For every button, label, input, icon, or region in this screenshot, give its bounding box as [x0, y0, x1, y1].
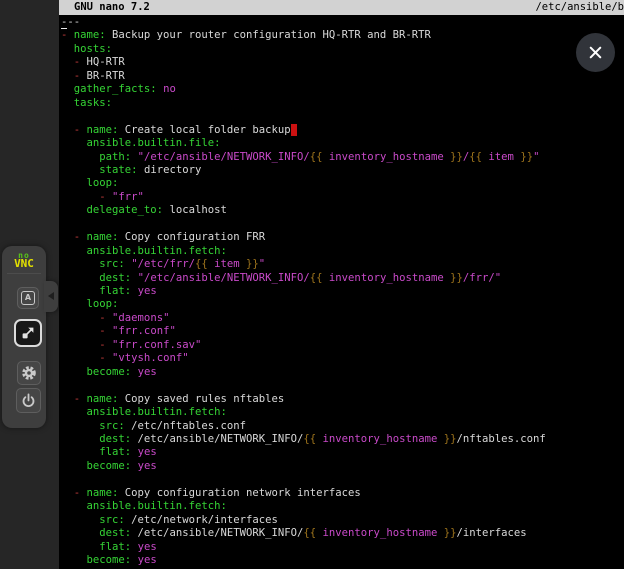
editor-line: delegate_to: localhost	[61, 204, 624, 217]
gear-icon	[20, 364, 38, 382]
editor-line: - "daemons"	[61, 312, 624, 325]
novnc-logo: no VNC	[2, 246, 46, 268]
keyboard-icon: A	[21, 291, 35, 305]
editor-line: src: /etc/network/interfaces	[61, 514, 624, 527]
editor-line: become: yes	[61, 460, 624, 473]
nano-filepath-label: /etc/ansible/b	[535, 0, 624, 15]
editor-line: become: yes	[61, 554, 624, 567]
nano-titlebar: GNU nano 7.2 /etc/ansible/b	[59, 0, 624, 15]
editor-line: hosts:	[61, 43, 624, 56]
editor-line: ansible.builtin.fetch:	[61, 500, 624, 513]
editor-line: gather_facts: no	[61, 83, 624, 96]
sidebar-divider	[7, 273, 41, 274]
editor-line: - "frr.conf"	[61, 325, 624, 338]
editor-line: - BR-RTR	[61, 70, 624, 83]
editor-line	[61, 218, 624, 231]
nano-version-label: GNU nano 7.2	[59, 0, 150, 15]
editor-line: src: /etc/nftables.conf	[61, 420, 624, 433]
editor-line: ---	[61, 16, 624, 29]
editor-line: ansible.builtin.fetch:	[61, 406, 624, 419]
editor-line: - name: Copy saved rules nftables	[61, 393, 624, 406]
editor-line: - name: Copy configuration network inter…	[61, 487, 624, 500]
settings-button[interactable]	[17, 361, 41, 385]
novnc-logo-vnc: VNC	[2, 260, 46, 268]
editor-line: src: "/etc/frr/{{ item }}"	[61, 258, 624, 271]
editor-line: - name: Backup your router configuration…	[61, 29, 624, 42]
editor-line: - HQ-RTR	[61, 56, 624, 69]
close-button[interactable]	[576, 33, 615, 72]
fullscreen-icon	[20, 325, 36, 341]
editor-line: become: yes	[61, 366, 624, 379]
editor-line: - "vtysh.conf"	[61, 352, 624, 365]
editor-line: - name: Create local folder backup	[61, 124, 624, 137]
editor-line: dest: /etc/ansible/NETWORK_INFO/{{ inven…	[61, 527, 624, 540]
editor-line: loop:	[61, 177, 624, 190]
editor-line: loop:	[61, 298, 624, 311]
editor-line: - "frr.conf.sav"	[61, 339, 624, 352]
collapse-arrow-icon	[48, 292, 54, 300]
editor-line: - name: Copy configuration FRR	[61, 231, 624, 244]
keyboard-button[interactable]: A	[17, 287, 39, 309]
editor-line	[61, 110, 624, 123]
editor-line: - "frr"	[61, 191, 624, 204]
editor-line: flat: yes	[61, 285, 624, 298]
close-icon	[587, 44, 604, 61]
editor-line: dest: /etc/ansible/NETWORK_INFO/{{ inven…	[61, 433, 624, 446]
editor-content[interactable]: ---- name: Backup your router configurat…	[59, 15, 624, 568]
editor-line: tasks:	[61, 97, 624, 110]
editor-line: ansible.builtin.file:	[61, 137, 624, 150]
editor-line: flat: yes	[61, 446, 624, 459]
power-button[interactable]	[16, 388, 41, 413]
editor-line	[61, 473, 624, 486]
power-icon	[20, 392, 37, 409]
editor-line: path: "/etc/ansible/NETWORK_INFO/{{ inve…	[61, 151, 624, 164]
editor-line	[61, 379, 624, 392]
editor-line: ansible.builtin.fetch:	[61, 245, 624, 258]
control-bar-handle[interactable]	[44, 281, 58, 312]
fullscreen-button[interactable]	[14, 319, 42, 347]
editor-line: state: directory	[61, 164, 624, 177]
novnc-screen: { "window": { "app": "GNU nano", "title_…	[0, 0, 624, 569]
terminal-window: GNU nano 7.2 /etc/ansible/b ---- name: B…	[59, 0, 624, 569]
editor-line: flat: yes	[61, 541, 624, 554]
editor-line: dest: "/etc/ansible/NETWORK_INFO/{{ inve…	[61, 272, 624, 285]
